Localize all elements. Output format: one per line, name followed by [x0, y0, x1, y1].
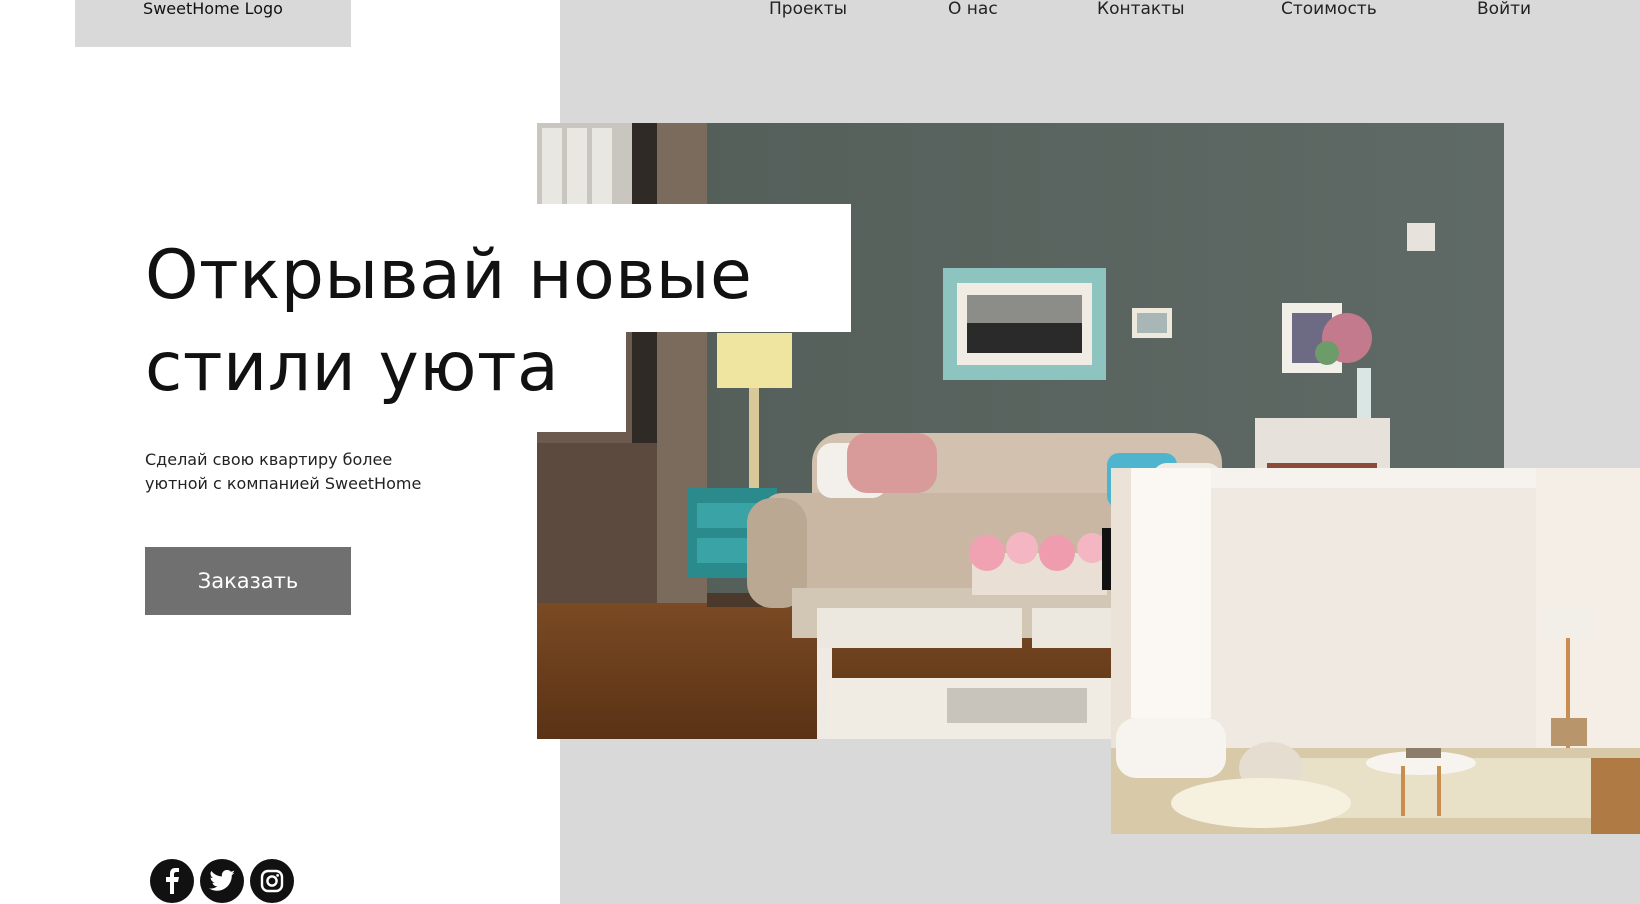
social-links	[150, 859, 294, 903]
nav-item-login[interactable]: Войти	[1477, 0, 1531, 18]
order-button[interactable]: Заказать	[145, 547, 351, 615]
hero-title-line-2: стили уюта	[145, 328, 560, 407]
twitter-icon[interactable]	[200, 859, 244, 903]
landing-page: Открывай новые стили уюта Сделай свою кв…	[0, 0, 1640, 904]
nav-item-projects[interactable]: Проекты	[769, 0, 847, 18]
nav-item-pricing[interactable]: Стоимость	[1281, 0, 1377, 18]
secondary-photo-interior	[1111, 468, 1640, 834]
main-nav: Проекты О нас Контакты Стоимость Войти	[0, 0, 1640, 24]
hero-title-line-1: Открывай новые	[145, 236, 753, 315]
hero-subtitle-line-2: уютной с компанией SweetHome	[145, 474, 422, 493]
hero-subtitle: Сделай свою квартиру более уютной с комп…	[145, 448, 485, 496]
facebook-icon[interactable]	[150, 859, 194, 903]
nav-item-contacts[interactable]: Контакты	[1097, 0, 1185, 18]
nav-item-about[interactable]: О нас	[948, 0, 998, 18]
instagram-icon[interactable]	[250, 859, 294, 903]
hero-subtitle-line-1: Сделай свою квартиру более	[145, 450, 393, 469]
hero-title: Открывай новые стили уюта	[145, 230, 845, 414]
